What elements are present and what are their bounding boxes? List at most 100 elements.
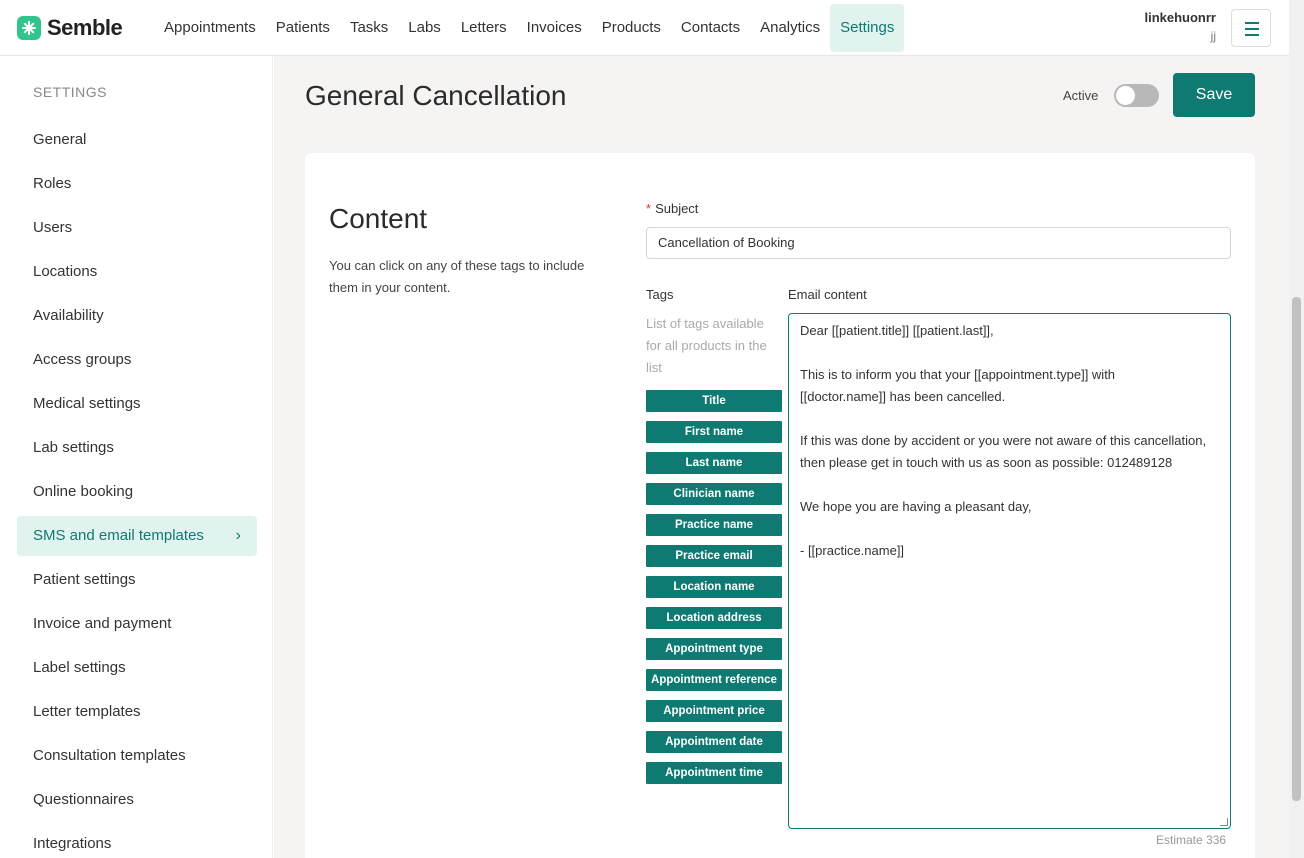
user-name: linkehuonrr bbox=[1144, 10, 1216, 25]
sidebar-item-label: Invoice and payment bbox=[33, 615, 172, 632]
sidebar-item-label: Lab settings bbox=[33, 439, 114, 456]
estimate-count: Estimate 336 bbox=[1156, 833, 1227, 847]
page-title: General Cancellation bbox=[305, 80, 567, 111]
semble-logo-icon bbox=[17, 16, 41, 40]
sidebar-item-users[interactable]: Users bbox=[17, 208, 257, 248]
sidebar-item-lab-settings[interactable]: Lab settings bbox=[17, 428, 257, 468]
sidebar-item-label: Patient settings bbox=[33, 571, 136, 588]
tag-button-title[interactable]: Title bbox=[646, 390, 782, 412]
sidebar-item-label: General bbox=[33, 131, 87, 148]
sidebar-item-label: Online booking bbox=[33, 483, 134, 500]
email-line bbox=[800, 408, 1219, 430]
nav-item-appointments[interactable]: Appointments bbox=[154, 4, 266, 52]
sidebar-item-label: Letter templates bbox=[33, 703, 141, 720]
main-content: General Cancellation Active Save Content… bbox=[274, 56, 1289, 858]
subject-label: * Subject bbox=[646, 201, 699, 216]
settings-sidebar: SETTINGS General Roles Users Locations Avail… bbox=[0, 56, 273, 858]
tag-button-last-name[interactable]: Last name bbox=[646, 452, 782, 474]
sidebar-item-label: Questionnaires bbox=[33, 791, 134, 808]
email-content-textarea[interactable]: Dear [[patient.title]] [[patient.last]],… bbox=[788, 313, 1231, 829]
sidebar-item-roles[interactable]: Roles bbox=[17, 164, 257, 204]
sidebar-item-label: Medical settings bbox=[33, 395, 141, 412]
content-card: Content You can click on any of these ta… bbox=[305, 153, 1255, 858]
sidebar-item-label: Consultation templates bbox=[33, 747, 186, 764]
subject-input[interactable]: Cancellation of Booking bbox=[646, 227, 1231, 259]
sidebar-item-label: Availability bbox=[33, 307, 104, 324]
nav-item-analytics[interactable]: Analytics bbox=[750, 4, 830, 52]
resize-handle-icon[interactable] bbox=[1220, 818, 1228, 826]
email-line: We hope you are having a pleasant day, bbox=[800, 499, 1032, 514]
sidebar-item-availability[interactable]: Availability bbox=[17, 296, 257, 336]
active-label: Active bbox=[1063, 88, 1099, 103]
nav-item-contacts[interactable]: Contacts bbox=[671, 4, 750, 52]
tag-button-appointment-price[interactable]: Appointment price bbox=[646, 700, 782, 722]
email-line bbox=[800, 342, 1219, 364]
active-toggle[interactable] bbox=[1114, 84, 1159, 107]
page-scrollbar[interactable] bbox=[1289, 0, 1304, 858]
scrollbar-thumb[interactable] bbox=[1292, 297, 1301, 801]
sidebar-item-invoice-and-payment[interactable]: Invoice and payment bbox=[17, 604, 257, 644]
nav-item-products[interactable]: Products bbox=[592, 4, 671, 52]
sidebar-item-consultation-templates[interactable]: Consultation templates bbox=[17, 736, 257, 776]
tag-button-location-address[interactable]: Location address bbox=[646, 607, 782, 629]
sidebar-item-medical-settings[interactable]: Medical settings bbox=[17, 384, 257, 424]
sidebar-item-label: SMS and email templates bbox=[33, 527, 204, 544]
tag-button-practice-email[interactable]: Practice email bbox=[646, 545, 782, 567]
sidebar-item-label: Users bbox=[33, 219, 73, 236]
sidebar-title: SETTINGS bbox=[33, 84, 108, 100]
logo-text: Semble bbox=[47, 15, 123, 40]
email-line bbox=[800, 474, 1219, 496]
sidebar-item-general[interactable]: General bbox=[17, 120, 257, 160]
hamburger-menu-button[interactable] bbox=[1231, 9, 1271, 47]
tag-button-practice-name[interactable]: Practice name bbox=[646, 514, 782, 536]
tags-hint: List of tags available for all products … bbox=[646, 316, 767, 375]
email-line: then please get in touch with us as soon… bbox=[800, 455, 1173, 470]
email-line: This is to inform you that your [[appoin… bbox=[800, 367, 1116, 382]
nav-item-invoices[interactable]: Invoices bbox=[517, 4, 592, 52]
content-section-title: Content bbox=[329, 203, 428, 234]
content-description: You can click on any of these tags to in… bbox=[329, 258, 585, 295]
sidebar-item-patient-settings[interactable]: Patient settings bbox=[17, 560, 257, 600]
email-line: - [[practice.name]] bbox=[800, 543, 905, 558]
sidebar-item-label: Locations bbox=[33, 263, 98, 280]
save-button[interactable]: Save bbox=[1173, 73, 1255, 117]
sidebar-item-label-settings[interactable]: Label settings bbox=[17, 648, 257, 688]
tag-button-location-name[interactable]: Location name bbox=[646, 576, 782, 598]
email-line: [[doctor.name]] has been cancelled. bbox=[800, 389, 1006, 404]
tags-label: Tags bbox=[646, 287, 674, 302]
sidebar-item-letter-templates[interactable]: Letter templates bbox=[17, 692, 257, 732]
tag-button-appointment-date[interactable]: Appointment date bbox=[646, 731, 782, 753]
nav-item-settings[interactable]: Settings bbox=[830, 4, 905, 52]
nav-item-patients[interactable]: Patients bbox=[266, 4, 340, 52]
email-line: If this was done by accident or you were… bbox=[800, 433, 1207, 448]
sidebar-item-integrations[interactable]: Integrations bbox=[17, 824, 257, 858]
user-subtitle: jj bbox=[1210, 29, 1216, 43]
sidebar-item-access-groups[interactable]: Access groups bbox=[17, 340, 257, 380]
tag-button-first-name[interactable]: First name bbox=[646, 421, 782, 443]
semble-logo[interactable]: Semble bbox=[17, 15, 123, 41]
email-content-label: Email content bbox=[788, 287, 867, 302]
top-navbar: Semble Appointments Patients Tasks Labs Lett… bbox=[0, 0, 1289, 56]
sidebar-item-locations[interactable]: Locations bbox=[17, 252, 257, 292]
sidebar-item-questionnaires[interactable]: Questionnaires bbox=[17, 780, 257, 820]
nav-item-letters[interactable]: Letters bbox=[451, 4, 517, 52]
sidebar-item-label: Integrations bbox=[33, 835, 112, 852]
sidebar-item-online-booking[interactable]: Online booking bbox=[17, 472, 257, 512]
sidebar-item-label: Roles bbox=[33, 175, 72, 192]
tag-button-appointment-type[interactable]: Appointment type bbox=[646, 638, 782, 660]
sidebar-item-label: Label settings bbox=[33, 659, 126, 676]
sidebar-item-label: Access groups bbox=[33, 351, 132, 368]
required-marker: * bbox=[646, 201, 652, 216]
main-nav: Appointments Patients Tasks Labs Letters Invo… bbox=[154, 4, 905, 52]
nav-item-tasks[interactable]: Tasks bbox=[340, 4, 398, 52]
hamburger-icon bbox=[1245, 22, 1259, 24]
nav-item-labs[interactable]: Labs bbox=[398, 4, 451, 52]
toggle-knob bbox=[1116, 86, 1135, 105]
email-line bbox=[800, 518, 1219, 540]
sidebar-item-sms-and-email-templates[interactable]: SMS and email templates › bbox=[17, 516, 257, 556]
chevron-right-icon: › bbox=[235, 527, 241, 544]
tag-button-clinician-name[interactable]: Clinician name bbox=[646, 483, 782, 505]
tag-button-appointment-reference[interactable]: Appointment reference bbox=[646, 669, 782, 691]
tag-button-appointment-time[interactable]: Appointment time bbox=[646, 762, 782, 784]
user-info[interactable]: linkehuonrr jj bbox=[1130, 10, 1216, 43]
